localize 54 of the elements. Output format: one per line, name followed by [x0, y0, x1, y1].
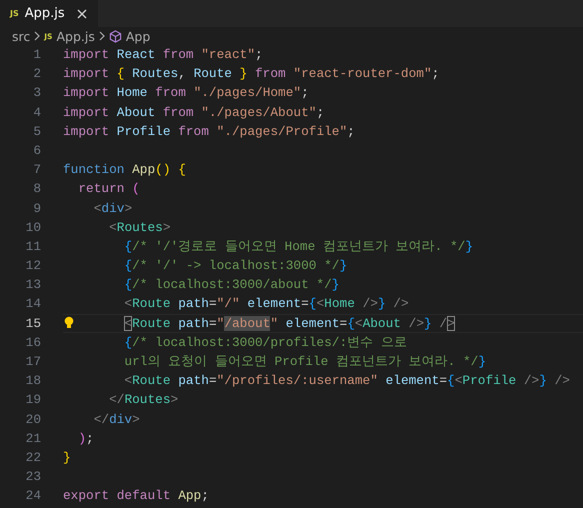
code-line: <Route path="/" element={<Home />} />: [123, 295, 409, 314]
line-number: 17: [24, 353, 41, 371]
code-line: return (: [77, 180, 140, 198]
chevron-icon: [98, 31, 106, 41]
line-number: 24: [24, 487, 41, 506]
cube-icon: [108, 30, 122, 42]
line-number: 15: [24, 314, 41, 333]
line-number: 14: [24, 295, 41, 314]
line-number: 10: [24, 218, 41, 237]
line-number: 4: [32, 104, 41, 122]
breadcrumb-item[interactable]: App: [108, 28, 150, 44]
close-icon[interactable]: [76, 8, 88, 20]
line-number: 13: [24, 276, 41, 294]
code-line: </div>: [92, 410, 140, 429]
chevron-icon: [33, 31, 42, 41]
line-number: 8: [32, 180, 41, 198]
code-line: import About from "./pages/About";: [63, 104, 324, 122]
code-line: <Route path="/profiles/:username" element={<Profile />} />: [123, 372, 570, 390]
code-line: <Routes>: [108, 218, 171, 237]
code-line: }: [63, 448, 71, 467]
code-line: </Routes>: [108, 391, 178, 410]
line-number: 11: [24, 238, 41, 256]
editor-tab[interactable]: JS App.js: [0, 0, 99, 27]
code-line: <div>: [92, 200, 132, 218]
code-line: export default App;: [63, 487, 209, 506]
line-number: 19: [24, 391, 41, 410]
code-line: {/* localhost:3000/about */}: [123, 276, 340, 294]
line-number: 16: [24, 334, 41, 352]
line-number: 23: [24, 468, 41, 486]
code-line: );: [77, 430, 94, 448]
code-line: {/* '/'경로로 들어오면 Home 컴포넌트가 보여라. */}: [123, 238, 474, 256]
line-number: 22: [24, 448, 41, 467]
line-number: 5: [32, 122, 41, 141]
line-number: 12: [24, 257, 41, 276]
code-line: import { Routes, Route } from "react-router-dom";: [63, 65, 440, 84]
line-number: 21: [24, 430, 41, 448]
code-line: {/* '/' -> localhost:3000 */}: [123, 257, 348, 276]
code-line: url의 요청이 들어오면 Profile 컴포넌트가 보여라. */}: [123, 353, 486, 371]
line-number: 7: [32, 161, 41, 180]
line-number: 2: [32, 65, 41, 84]
code-line: function App() {: [63, 161, 186, 180]
breadcrumb-item[interactable]: src: [12, 28, 30, 44]
lightbulb-icon[interactable]: [64, 316, 74, 329]
line-number: 6: [32, 142, 41, 160]
line-number: 9: [32, 200, 41, 218]
code-line: import Home from "./pages/Home";: [63, 84, 309, 102]
file-type-label: JS: [10, 9, 19, 18]
line-number: 18: [24, 372, 41, 390]
code-line: import React from "react";: [63, 46, 263, 64]
line-number: 20: [24, 410, 41, 429]
line-number: 3: [32, 84, 41, 102]
code-line: import Profile from "./pages/Profile";: [63, 122, 355, 141]
line-number: 1: [32, 46, 41, 64]
code-line: {/* localhost:3000/profiles/:변수 으로: [123, 334, 407, 352]
